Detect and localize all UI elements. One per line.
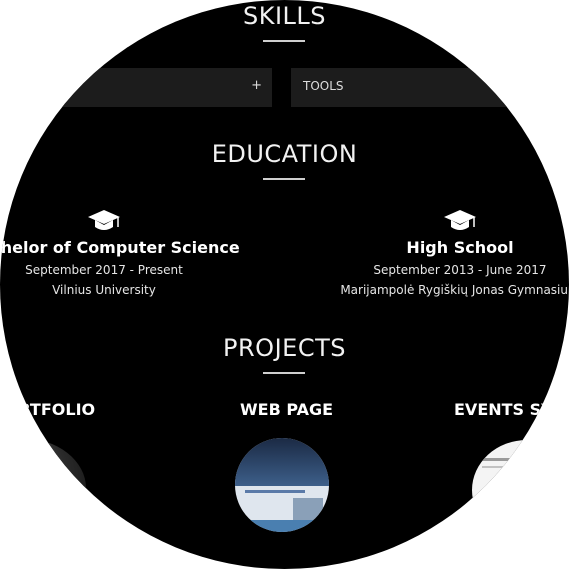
project-title-events-system[interactable]: EVENTS SYSTEM [454, 400, 569, 419]
accordion-label: TOOLS [303, 79, 344, 93]
thumbnail-footer-band [235, 520, 329, 532]
project-title-portfolio[interactable]: PORTFOLIO [0, 400, 95, 419]
thumbnail-photo [293, 498, 323, 522]
skills-underline [263, 40, 305, 42]
thumbnail-text-line [482, 458, 522, 461]
web-page-thumbnail[interactable] [235, 438, 329, 532]
school-name: Marijampolė Rygiškių Jonas Gymnasium [340, 283, 569, 297]
skills-heading: SKILLS [242, 2, 327, 30]
thumbnail-header-image [235, 438, 329, 486]
education-item: Bachelor of Computer Science September 2… [0, 208, 274, 297]
events-system-thumbnail[interactable] [472, 440, 569, 540]
education-dates: September 2013 - June 2017 [373, 263, 547, 277]
degree-title: High School [406, 238, 514, 257]
education-item: High School September 2013 - June 2017 M… [290, 208, 569, 297]
thumbnail-text-line [245, 490, 305, 493]
degree-title: Bachelor of Computer Science [0, 238, 240, 257]
skills-accordion-1[interactable]: + [0, 68, 272, 107]
page-viewport: SKILLS + TOOLS EDUCATION Bachelor of Com… [0, 0, 569, 569]
graduation-cap-icon [88, 210, 120, 230]
graduation-cap-icon [444, 210, 476, 230]
thumbnail-text-line [482, 466, 537, 468]
projects-heading: PROJECTS [223, 334, 346, 362]
portfolio-thumbnail[interactable] [0, 438, 86, 538]
school-name: Vilnius University [52, 283, 156, 297]
expand-plus-icon[interactable]: + [251, 78, 262, 93]
project-title-web-page[interactable]: WEB PAGE [240, 400, 333, 419]
education-heading: EDUCATION [211, 140, 358, 168]
education-underline [263, 178, 305, 180]
projects-underline [263, 372, 305, 374]
skills-accordion-tools[interactable]: TOOLS [291, 68, 569, 107]
education-dates: September 2017 - Present [25, 263, 183, 277]
